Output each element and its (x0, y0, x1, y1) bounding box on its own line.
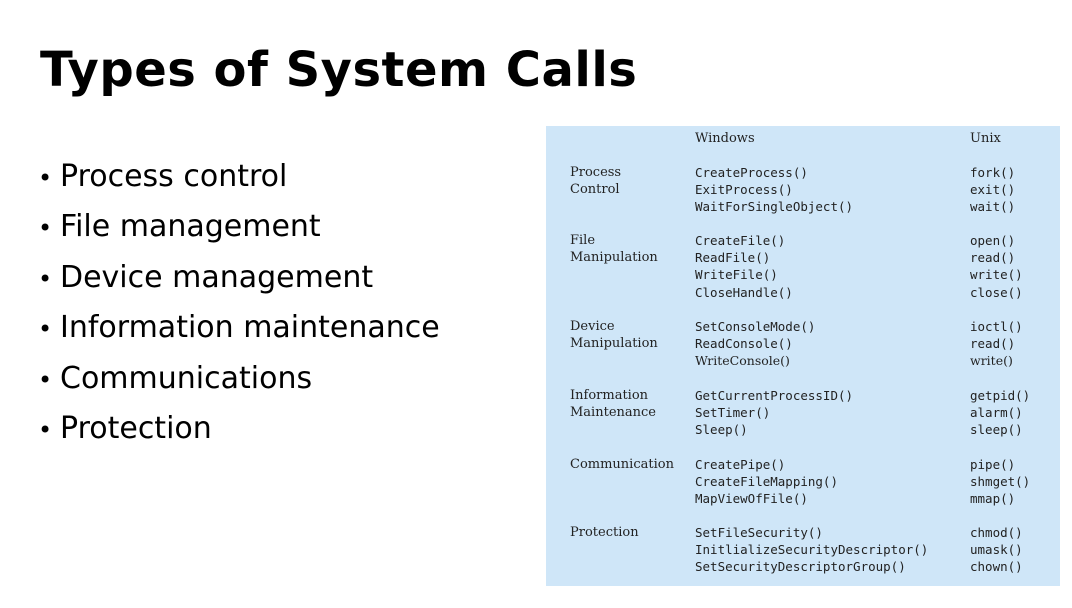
table-cell: umask() (970, 542, 1023, 558)
table-cell: write() (970, 353, 1013, 369)
table-cell: write() (970, 267, 1023, 283)
table-cell: ioctl() (970, 319, 1023, 334)
category-process-control: Process Control (570, 165, 622, 198)
windows-calls-file: CreateFile() ReadFile() WriteFile() Clos… (695, 232, 793, 301)
table-cell: CreateFileMapping() (695, 474, 838, 490)
table-cell: InitlializeSecurityDescriptor() (695, 542, 929, 558)
category-information-maintenance: Information Maintenance (570, 388, 656, 421)
windows-calls-process: CreateProcess() ExitProcess() WaitForSin… (695, 164, 853, 216)
table-cell: fork() (970, 165, 1016, 180)
table-cell: SetFileSecurity() (695, 525, 823, 540)
bullet-text: Device management (60, 259, 374, 295)
slide-title: Types of System Calls (40, 42, 638, 98)
bullet-dot-icon: • (38, 365, 53, 394)
table-cell: CreateFile() (695, 233, 786, 248)
table-cell: ExitProcess() (695, 182, 793, 198)
windows-calls-device: SetConsoleMode() ReadConsole() WriteCons… (695, 318, 815, 370)
unix-calls-process: fork() exit() wait() (970, 164, 1015, 216)
bullet-item: • Information maintenance (38, 303, 440, 353)
unix-calls-protection: chmod() umask() chown() (970, 524, 1023, 576)
table-cell: read() (970, 336, 1016, 352)
unix-calls-information: getpid() alarm() sleep() (970, 387, 1030, 439)
table-cell: GetCurrentProcessID() (695, 388, 854, 403)
windows-calls-information: GetCurrentProcessID() SetTimer() Sleep() (695, 387, 853, 439)
bullet-text: Process control (60, 159, 288, 194)
table-cell: CreateProcess() (695, 165, 808, 180)
bullet-text: Protection (60, 410, 212, 446)
table-cell: SetConsoleMode() (695, 319, 816, 334)
table-cell: alarm() (970, 405, 1023, 421)
bullet-dot-icon: • (38, 415, 53, 444)
bullet-text: Information maintenance (60, 310, 440, 346)
table-cell: SetSecurityDescriptorGroup() (695, 559, 906, 575)
bullet-item: • Device management (38, 253, 440, 303)
system-calls-table: Windows Unix Process Control CreateProce… (546, 126, 1060, 586)
table-cell: chown() (970, 559, 1023, 575)
windows-calls-protection: SetFileSecurity() InitlializeSecurityDes… (695, 524, 928, 576)
table-cell: WriteConsole() (695, 353, 790, 369)
table-cell: close() (970, 284, 1023, 300)
category-file-manipulation: File Manipulation (570, 233, 658, 266)
table-cell: WaitForSingleObject() (695, 199, 854, 215)
bullet-dot-icon: • (38, 315, 53, 344)
table-cell: Sleep() (695, 422, 748, 438)
table-cell: getpid() (970, 388, 1031, 403)
table-cell: shmget() (970, 474, 1031, 490)
bullet-dot-icon: • (38, 164, 53, 192)
table-cell: ReadFile() (695, 250, 771, 266)
category-device-manipulation: Device Manipulation (570, 319, 658, 352)
column-header-windows: Windows (695, 131, 755, 146)
unix-calls-file: open() read() write() close() (970, 232, 1023, 301)
bullet-text: File management (60, 209, 321, 245)
table-cell: pipe() (970, 457, 1016, 472)
table-cell: CloseHandle() (695, 284, 793, 300)
table-cell: ReadConsole() (695, 336, 793, 352)
category-communication: Communication (570, 457, 674, 472)
table-cell: mmap() (970, 491, 1016, 507)
table-cell: exit() (970, 182, 1016, 198)
table-cell: wait() (970, 199, 1016, 215)
table-cell: CreatePipe() (695, 457, 786, 472)
category-protection: Protection (570, 525, 639, 540)
table-cell: read() (970, 250, 1016, 266)
unix-calls-device: ioctl() read() write() (970, 318, 1023, 370)
windows-calls-communication: CreatePipe() CreateFileMapping() MapView… (695, 456, 838, 508)
bullet-text: Communications (60, 360, 313, 396)
bullet-item: • Process control (38, 152, 440, 202)
table-cell: SetTimer() (695, 405, 771, 421)
bullet-item: • Communications (38, 354, 440, 404)
table-cell: MapViewOfFile() (695, 491, 808, 507)
column-header-unix: Unix (970, 131, 1001, 146)
table-cell: sleep() (970, 422, 1023, 438)
bullet-dot-icon: • (38, 214, 53, 243)
table-cell: chmod() (970, 525, 1023, 540)
bullet-item: • Protection (38, 404, 440, 454)
table-cell: open() (970, 233, 1016, 248)
bullet-item: • File management (38, 202, 440, 252)
unix-calls-communication: pipe() shmget() mmap() (970, 456, 1030, 508)
bullet-list: • Process control • File management • Devic… (38, 152, 440, 454)
bullet-dot-icon: • (38, 264, 53, 293)
table-cell: WriteFile() (695, 267, 778, 283)
